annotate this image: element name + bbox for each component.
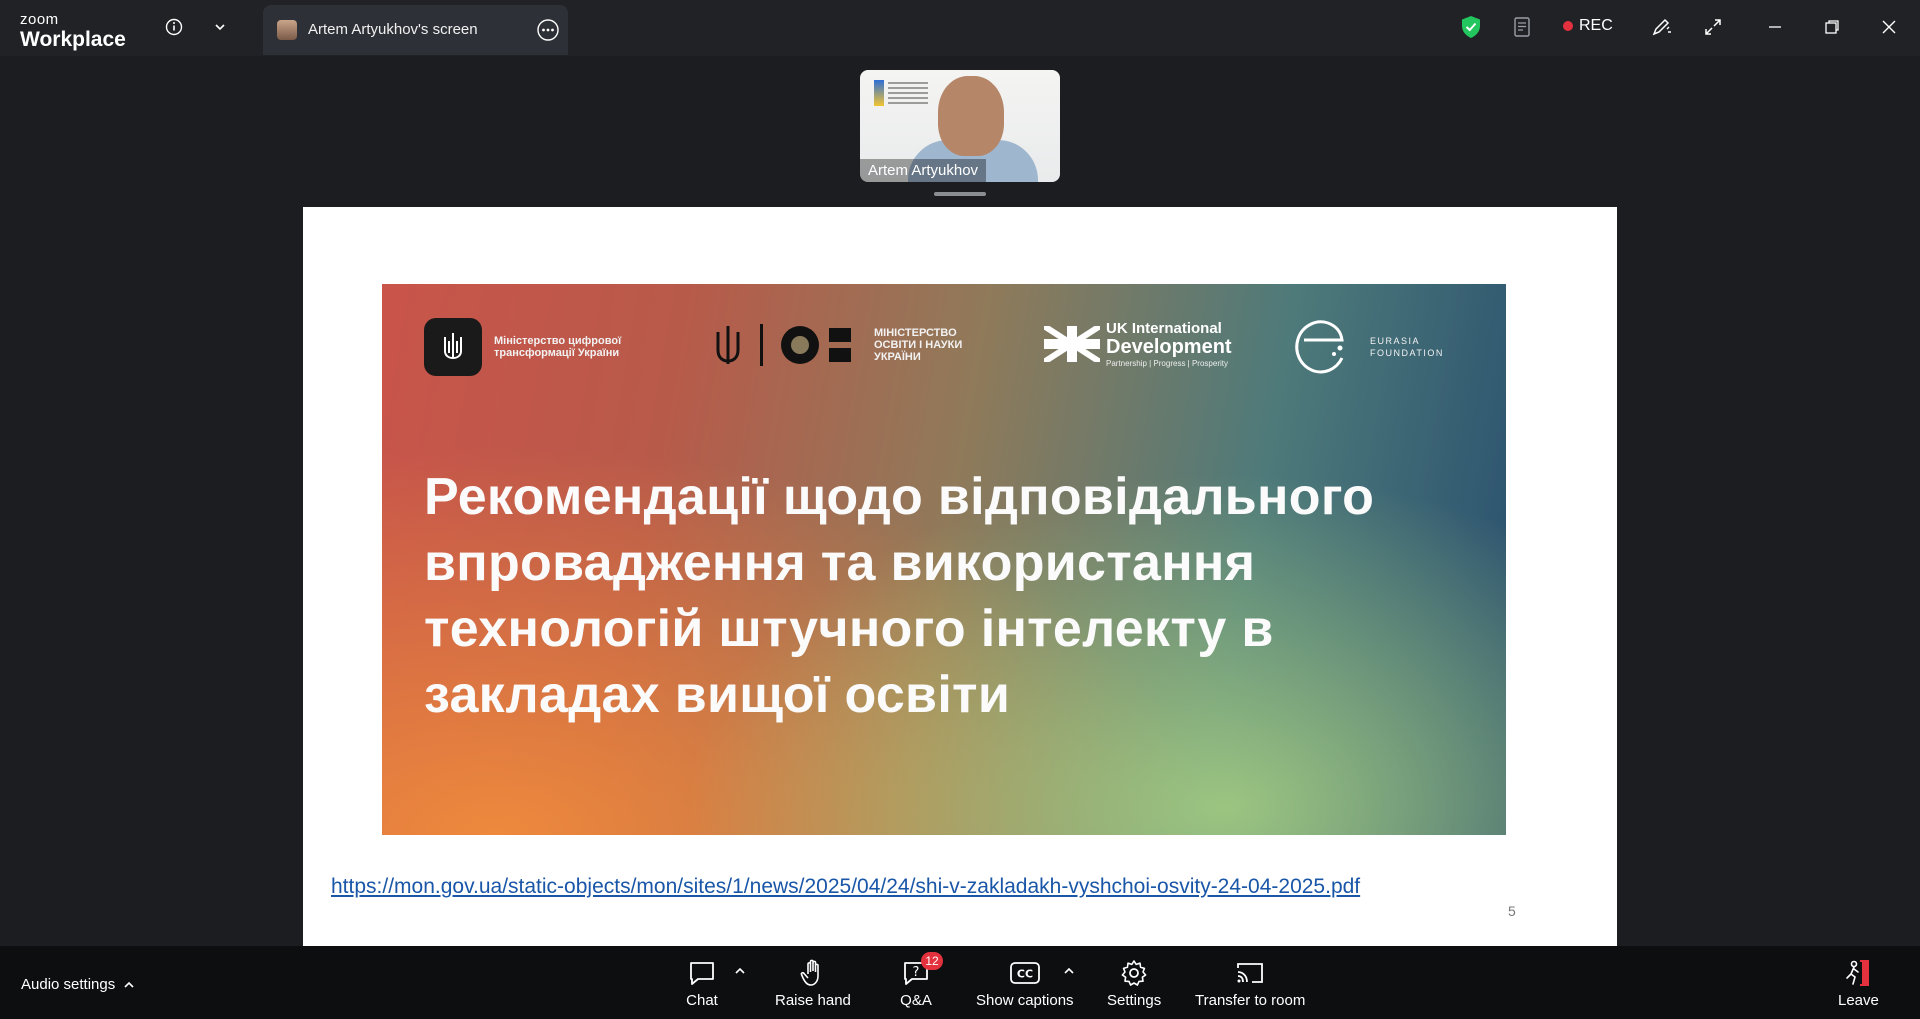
- rec-label: REC: [1579, 17, 1613, 34]
- qa-count-badge: 12: [921, 952, 943, 970]
- show-captions-button[interactable]: CC Show captions: [976, 958, 1074, 1009]
- participant-name-label: Artem Artyukhov: [860, 159, 987, 182]
- transcript-icon[interactable]: [1509, 13, 1537, 41]
- settings-button[interactable]: Settings: [1107, 958, 1161, 1009]
- meeting-toolbar: Audio settings Chat Raise hand ? 12 Q&A …: [0, 946, 1920, 1019]
- shared-screen-tab[interactable]: Artem Artyukhov's screen: [263, 5, 568, 55]
- audio-settings-button[interactable]: Audio settings: [21, 976, 135, 993]
- trident-badge-icon: [424, 318, 482, 376]
- restore-window-icon[interactable]: [1818, 13, 1846, 41]
- more-options-icon[interactable]: [536, 18, 560, 42]
- chat-icon: [685, 958, 719, 988]
- minimize-icon[interactable]: [1761, 13, 1789, 41]
- eurasia-e-icon: [1295, 320, 1344, 374]
- raise-hand-button[interactable]: Raise hand: [775, 958, 851, 1009]
- uk-development-logo: UK International Development Partnership…: [1044, 320, 1232, 368]
- eurasia-text: EURASIA FOUNDATION: [1370, 336, 1444, 358]
- svg-text:?: ?: [913, 965, 920, 980]
- info-icon[interactable]: [160, 13, 188, 41]
- leave-button[interactable]: Leave: [1838, 958, 1879, 1009]
- chat-options-caret-icon[interactable]: [733, 964, 747, 978]
- chat-label: Chat: [686, 992, 718, 1009]
- mon-logo: МІНІСТЕРСТВО ОСВІТИ І НАУКИ УКРАЇНИ: [712, 320, 994, 370]
- mon-text: МІНІСТЕРСТВО ОСВІТИ І НАУКИ УКРАЇНИ: [874, 327, 963, 363]
- uk-title-line1: UK International: [1106, 320, 1222, 337]
- mon-mark-icon: [712, 320, 862, 370]
- digital-ministry-logo: Міністерство цифрової трансформації Укра…: [424, 318, 664, 376]
- participant-head: [938, 76, 1004, 156]
- brand-large: Workplace: [20, 28, 126, 51]
- show-captions-label: Show captions: [976, 992, 1074, 1009]
- background-poster-logo: [874, 80, 884, 106]
- leave-icon: [1841, 958, 1875, 988]
- captions-options-caret-icon[interactable]: [1062, 964, 1076, 978]
- uk-flag-icon: [1044, 326, 1100, 362]
- cast-icon: [1233, 958, 1267, 988]
- annotate-pen-icon[interactable]: [1647, 13, 1675, 41]
- uk-tagline: Partnership | Progress | Prosperity: [1106, 359, 1228, 368]
- leave-label: Leave: [1838, 992, 1879, 1009]
- encryption-shield-icon[interactable]: [1457, 13, 1485, 41]
- zoom-workplace-logo: zoom Workplace: [20, 12, 126, 50]
- shared-slide: Міністерство цифрової трансформації Укра…: [303, 207, 1617, 946]
- qa-icon: ? 12: [899, 952, 943, 988]
- participant-video-tile[interactable]: Artem Artyukhov: [860, 70, 1060, 182]
- closed-captions-icon: CC: [1008, 958, 1042, 988]
- chevron-up-icon: [124, 981, 134, 988]
- slide-title: Рекомендації щодо відповідального впрова…: [424, 468, 1375, 724]
- transfer-to-room-label: Transfer to room: [1195, 992, 1306, 1009]
- qa-label: Q&A: [900, 992, 932, 1009]
- presenter-avatar: [277, 20, 297, 40]
- fullscreen-icon[interactable]: [1699, 13, 1727, 41]
- settings-label: Settings: [1107, 992, 1162, 1009]
- brand-small: zoom: [20, 11, 59, 28]
- close-icon[interactable]: [1875, 13, 1903, 41]
- qa-button[interactable]: ? 12 Q&A: [899, 952, 943, 1009]
- video-panel-drag-handle[interactable]: [934, 192, 986, 196]
- raise-hand-label: Raise hand: [775, 992, 851, 1009]
- recording-indicator[interactable]: REC: [1563, 17, 1613, 35]
- background-poster-text: [888, 82, 928, 104]
- svg-text:CC: CC: [1017, 968, 1033, 981]
- chevron-down-icon[interactable]: [206, 13, 234, 41]
- digital-ministry-text: Міністерство цифрової трансформації Укра…: [494, 335, 622, 359]
- meeting-stage: Artem Artyukhov Міністерство цифрової тр…: [0, 56, 1920, 946]
- gear-icon: [1117, 958, 1151, 988]
- chat-button[interactable]: Chat: [685, 958, 719, 1009]
- raise-hand-icon: [796, 958, 830, 988]
- document-link[interactable]: https://mon.gov.ua/static-objects/mon/si…: [331, 875, 1360, 899]
- title-bar: zoom Workplace Artem Artyukhov's screen …: [0, 0, 1920, 56]
- record-dot-icon: [1563, 21, 1573, 31]
- slide-banner: Міністерство цифрової трансформації Укра…: [382, 284, 1506, 835]
- uk-title-line2: Development: [1106, 336, 1232, 358]
- transfer-to-room-button[interactable]: Transfer to room: [1195, 958, 1305, 1009]
- eurasia-foundation-logo: EURASIA FOUNDATION: [1290, 314, 1450, 380]
- audio-settings-label: Audio settings: [21, 976, 116, 993]
- slide-page-number: 5: [1508, 903, 1516, 919]
- tab-title: Artem Artyukhov's screen: [308, 21, 478, 38]
